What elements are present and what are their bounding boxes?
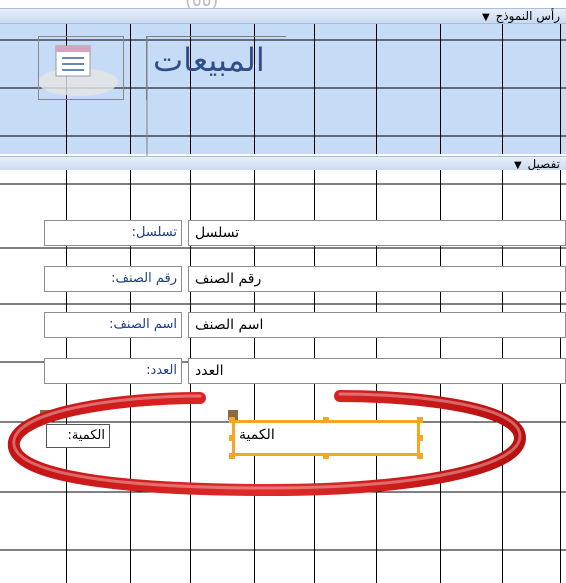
field-control-text: اسم الصنف: [195, 317, 264, 333]
field-label-count[interactable]: العدد:: [44, 358, 182, 384]
resize-handle-icon[interactable]: [417, 417, 423, 423]
field-label-quantity[interactable]: الكمية:: [46, 424, 110, 448]
field-label-item-number[interactable]: رقم الصنف:: [44, 266, 182, 292]
resize-handle-icon[interactable]: [229, 453, 235, 459]
field-control-quantity[interactable]: الكمية: [232, 420, 420, 456]
move-handle-icon[interactable]: [40, 410, 50, 420]
field-control-count[interactable]: العدد: [188, 358, 566, 384]
resize-handle-icon[interactable]: [323, 417, 329, 423]
resize-handle-icon[interactable]: [323, 453, 329, 459]
field-label-text: تسلسل:: [131, 225, 177, 240]
field-control-item-number[interactable]: رقم الصنف: [188, 266, 566, 292]
title-left-border: [146, 36, 148, 156]
collapse-arrow-icon: ▼: [482, 12, 490, 23]
field-label-text: العدد:: [146, 363, 177, 378]
field-label-serial[interactable]: تسلسل:: [44, 220, 182, 246]
field-control-text: الكمية: [239, 427, 275, 443]
form-header-band[interactable]: رأس النموذج ▼: [0, 8, 566, 24]
field-control-text: تسلسل: [195, 225, 240, 241]
form-icon[interactable]: [38, 36, 124, 100]
form-title-text: المبيعات: [153, 41, 265, 79]
field-label-text: اسم الصنف:: [109, 317, 177, 332]
resize-handle-icon[interactable]: [229, 435, 235, 441]
field-label-text: الكمية:: [67, 428, 105, 443]
form-title-label[interactable]: المبيعات: [146, 36, 286, 100]
field-control-text: العدد: [195, 363, 224, 379]
field-label-item-name[interactable]: اسم الصنف:: [44, 312, 182, 338]
field-control-text: رقم الصنف: [195, 271, 262, 287]
field-label-text: رقم الصنف:: [111, 271, 177, 286]
field-control-item-name[interactable]: اسم الصنف: [188, 312, 566, 338]
resize-handle-icon[interactable]: [417, 435, 423, 441]
resize-handle-icon[interactable]: [229, 417, 235, 423]
resize-handle-icon[interactable]: [417, 453, 423, 459]
field-control-serial[interactable]: تسلسل: [188, 220, 566, 246]
form-header-label: رأس النموذج ▼: [482, 9, 560, 23]
